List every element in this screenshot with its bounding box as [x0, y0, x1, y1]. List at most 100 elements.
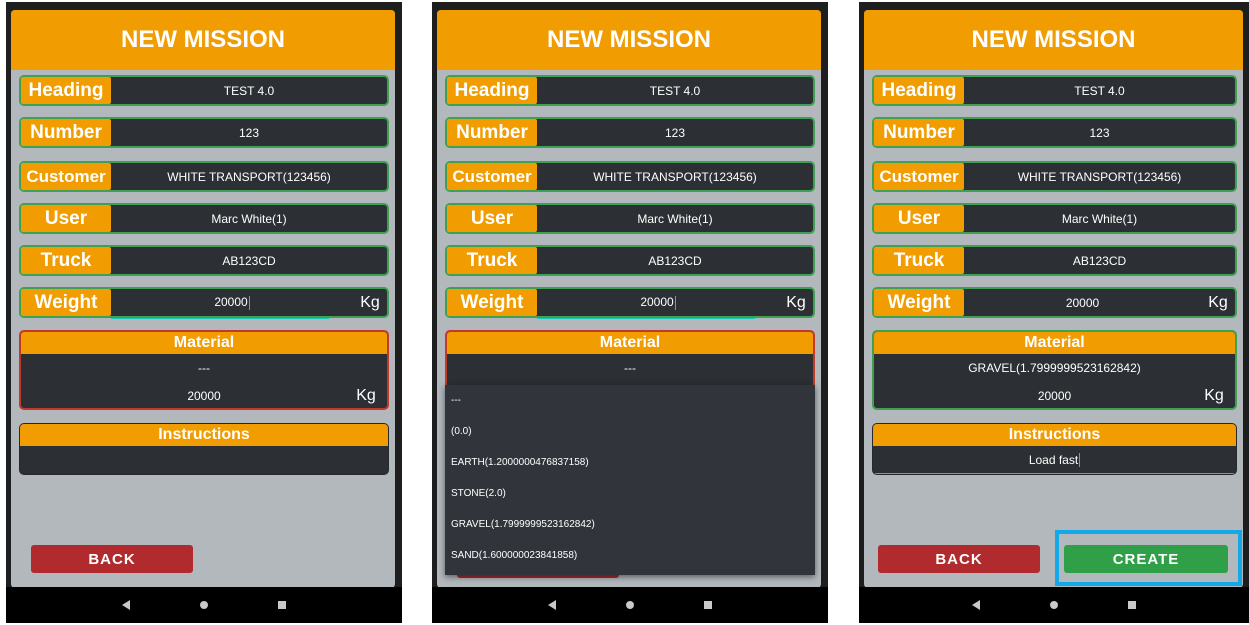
dropdown-option[interactable]: STONE(2.0) — [445, 478, 815, 509]
material-select[interactable]: --- — [21, 354, 387, 382]
number-label: Number — [874, 119, 964, 146]
dropdown-option[interactable]: SAND(1.600000023841858) — [445, 540, 815, 571]
user-field[interactable]: User Marc White(1) — [872, 203, 1237, 234]
number-value: 123 — [664, 125, 686, 140]
title-bar: NEW MISSION — [864, 10, 1243, 70]
user-field[interactable]: User Marc White(1) — [445, 203, 815, 234]
user-label: User — [447, 205, 537, 232]
weight-value[interactable]: 20000 — [964, 296, 1201, 310]
back-button[interactable]: BACK — [31, 545, 193, 573]
nav-home-icon[interactable] — [626, 601, 634, 609]
material-box: Material GRAVEL(1.7999999523162842) 2000… — [872, 330, 1237, 410]
truck-field[interactable]: Truck AB123CD — [445, 245, 815, 276]
dropdown-option[interactable]: (0.0) — [445, 416, 815, 447]
number-value: 123 — [1089, 125, 1110, 140]
customer-value: WHITE TRANSPORT(123456) — [167, 169, 331, 184]
nav-recents-icon[interactable] — [704, 601, 712, 609]
text-cursor — [674, 295, 676, 310]
weight-input[interactable]: 20000 — [537, 295, 779, 319]
material-header: Material — [447, 332, 813, 354]
dropdown-option[interactable]: GRAVEL(1.7999999523162842) — [445, 509, 815, 540]
page-title: NEW MISSION — [120, 26, 285, 53]
truck-label: Truck — [447, 247, 537, 274]
nav-home-icon[interactable] — [200, 601, 208, 609]
user-value: Marc White(1) — [211, 211, 287, 226]
instructions-header: Instructions — [873, 424, 1236, 446]
create-button-highlight — [1055, 530, 1242, 586]
weight-unit: Kg — [360, 293, 380, 311]
nav-recents-icon[interactable] — [1128, 601, 1136, 609]
heading-field[interactable]: Heading TEST 4.0 — [445, 75, 815, 106]
android-nav-bar — [6, 587, 402, 623]
material-weight-row: 20000 Kg — [21, 382, 387, 408]
customer-field[interactable]: Customer WHITE TRANSPORT(123456) — [872, 161, 1237, 192]
truck-field[interactable]: Truck AB123CD — [872, 245, 1237, 276]
app-screen: NEW MISSION Heading TEST 4.0 Number 123 … — [437, 10, 821, 588]
input-underline — [537, 317, 755, 319]
instructions-input[interactable]: Load fast — [873, 446, 1236, 474]
number-field[interactable]: Number 123 — [445, 117, 815, 148]
back-button[interactable]: BACK — [878, 545, 1040, 573]
phone-screen-2: NEW MISSION Heading TEST 4.0 Number 123 … — [432, 2, 828, 623]
nav-back-icon[interactable] — [972, 600, 980, 610]
truck-label: Truck — [21, 247, 111, 274]
instructions-header: Instructions — [20, 424, 388, 446]
material-weight: 20000 — [1037, 389, 1072, 403]
weight-value: 20000 — [214, 295, 248, 310]
weight-unit: Kg — [786, 293, 806, 311]
text-cursor — [248, 295, 250, 310]
instructions-input[interactable] — [20, 446, 388, 474]
truck-value: AB123CD — [1072, 253, 1127, 268]
material-select[interactable]: --- — [447, 354, 813, 382]
dropdown-option[interactable]: --- — [445, 385, 815, 416]
material-select[interactable]: GRAVEL(1.7999999523162842) — [874, 354, 1235, 382]
weight-field[interactable]: Weight 20000 Kg — [872, 287, 1237, 318]
material-header: Material — [21, 332, 387, 354]
instructions-box: Instructions — [19, 423, 389, 475]
phone-screen-1: NEW MISSION Heading TEST 4.0 Number 123 … — [6, 2, 402, 623]
nav-back-icon[interactable] — [122, 600, 130, 610]
material-weight-unit: Kg — [1204, 387, 1224, 404]
android-nav-bar — [432, 587, 828, 623]
heading-field[interactable]: Heading TEST 4.0 — [19, 75, 389, 106]
customer-field[interactable]: Customer WHITE TRANSPORT(123456) — [445, 161, 815, 192]
user-label: User — [21, 205, 111, 232]
material-header: Material — [874, 332, 1235, 354]
number-field[interactable]: Number 123 — [19, 117, 389, 148]
weight-field[interactable]: Weight 20000 Kg — [19, 287, 389, 319]
customer-field[interactable]: Customer WHITE TRANSPORT(123456) — [19, 161, 389, 192]
weight-unit: Kg — [1208, 293, 1228, 311]
heading-value: TEST 4.0 — [1074, 83, 1125, 98]
nav-back-icon[interactable] — [548, 600, 556, 610]
customer-value: WHITE TRANSPORT(123456) — [1017, 169, 1182, 184]
weight-field[interactable]: Weight 20000 Kg — [445, 287, 815, 319]
heading-label: Heading — [447, 77, 537, 104]
heading-value: TEST 4.0 — [223, 83, 275, 98]
android-nav-bar — [859, 587, 1249, 623]
number-label: Number — [21, 119, 111, 146]
truck-label: Truck — [874, 247, 964, 274]
app-screen: NEW MISSION Heading TEST 4.0 Number 123 … — [864, 10, 1243, 588]
truck-value: AB123CD — [648, 253, 702, 268]
weight-label: Weight — [874, 289, 964, 316]
nav-recents-icon[interactable] — [278, 601, 286, 609]
material-box: Material --- 20000 Kg — [19, 330, 389, 410]
heading-label: Heading — [21, 77, 111, 104]
weight-label: Weight — [447, 289, 537, 316]
input-underline — [111, 317, 329, 319]
dropdown-option[interactable]: EARTH(1.2000000476837158) — [445, 447, 815, 478]
user-label: User — [874, 205, 964, 232]
user-field[interactable]: User Marc White(1) — [19, 203, 389, 234]
customer-label: Customer — [447, 163, 537, 190]
number-field[interactable]: Number 123 — [872, 117, 1237, 148]
customer-label: Customer — [21, 163, 111, 190]
truck-value: AB123CD — [222, 253, 276, 268]
heading-field[interactable]: Heading TEST 4.0 — [872, 75, 1237, 106]
truck-field[interactable]: Truck AB123CD — [19, 245, 389, 276]
title-bar: NEW MISSION — [437, 10, 821, 70]
weight-label: Weight — [21, 289, 111, 316]
heading-value: TEST 4.0 — [649, 83, 701, 98]
page-title: NEW MISSION — [546, 26, 711, 53]
nav-home-icon[interactable] — [1050, 601, 1058, 609]
weight-input[interactable]: 20000 — [111, 295, 353, 319]
